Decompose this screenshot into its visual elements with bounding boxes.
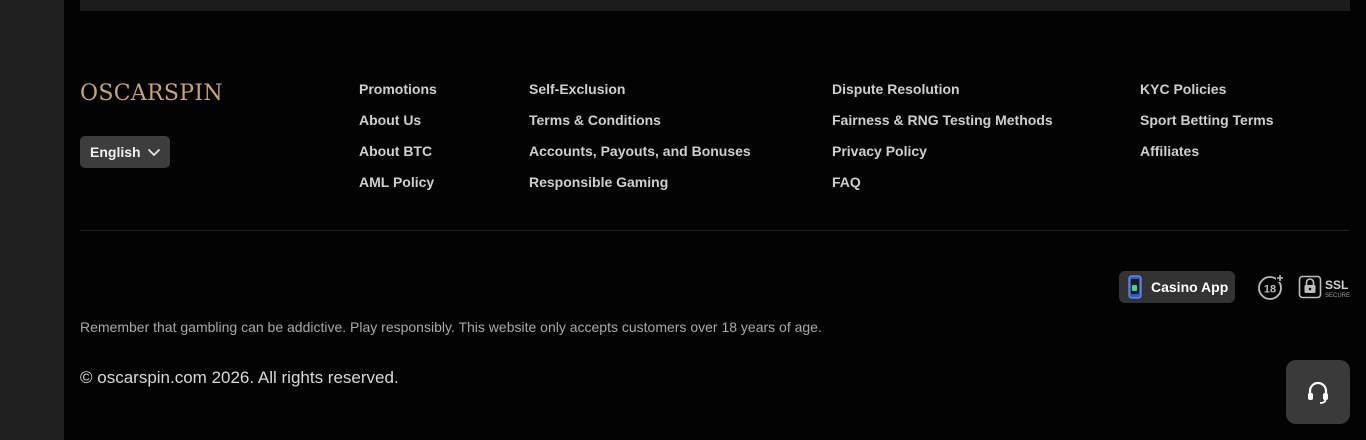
content-bottom-edge — [80, 0, 1350, 11]
age-badge-text: 18 — [1264, 284, 1276, 296]
footer-links-col2: Self-Exclusion Terms & Conditions Accoun… — [529, 80, 751, 204]
casino-app-button[interactable]: Casino App — [1119, 271, 1235, 303]
support-chat-button[interactable] — [1286, 360, 1350, 424]
link-promotions[interactable]: Promotions — [359, 80, 437, 111]
link-affiliates[interactable]: Affiliates — [1140, 142, 1274, 173]
link-responsible-gaming[interactable]: Responsible Gaming — [529, 173, 751, 204]
language-select[interactable]: English — [80, 136, 170, 168]
link-aml-policy[interactable]: AML Policy — [359, 173, 437, 204]
ssl-secure-badge: SSL SECURE — [1298, 275, 1350, 299]
ssl-text: SSL — [1325, 278, 1348, 292]
link-faq[interactable]: FAQ — [832, 173, 1053, 204]
left-sidebar — [0, 0, 64, 440]
footer-links-col4: KYC Policies Sport Betting Terms Affilia… — [1140, 80, 1274, 173]
link-kyc-policies[interactable]: KYC Policies — [1140, 80, 1274, 111]
copyright-text: © oscarspin.com 2026. All rights reserve… — [80, 368, 399, 387]
link-about-btc[interactable]: About BTC — [359, 142, 437, 173]
link-dispute-resolution[interactable]: Dispute Resolution — [832, 80, 1053, 111]
footer-links-col1: Promotions About Us About BTC AML Policy — [359, 80, 437, 204]
phone-icon — [1128, 275, 1142, 299]
responsible-gambling-disclaimer: Remember that gambling can be addictive.… — [80, 319, 822, 335]
link-about-us[interactable]: About Us — [359, 111, 437, 142]
ssl-secure-text: SECURE — [1325, 293, 1350, 299]
oscarspin-logo[interactable]: OSCARSPIN — [80, 81, 223, 106]
chevron-down-icon — [148, 149, 160, 156]
link-self-exclusion[interactable]: Self-Exclusion — [529, 80, 751, 111]
headset-icon — [1308, 381, 1328, 404]
footer-divider — [80, 230, 1350, 231]
lock-icon — [1304, 278, 1316, 293]
footer-links-col3: Dispute Resolution Fairness & RNG Testin… — [832, 80, 1053, 204]
link-sport-betting-terms[interactable]: Sport Betting Terms — [1140, 111, 1274, 142]
link-fairness-rng[interactable]: Fairness & RNG Testing Methods — [832, 111, 1053, 142]
link-terms-conditions[interactable]: Terms & Conditions — [529, 111, 751, 142]
age-18-icon: 18 — [1258, 274, 1284, 300]
link-accounts-payouts-bonuses[interactable]: Accounts, Payouts, and Bonuses — [529, 142, 751, 173]
link-privacy-policy[interactable]: Privacy Policy — [832, 142, 1053, 173]
casino-app-label: Casino App — [1151, 279, 1229, 295]
logo-wordmark: OSCARSPIN — [80, 81, 223, 106]
language-label: English — [90, 144, 141, 160]
